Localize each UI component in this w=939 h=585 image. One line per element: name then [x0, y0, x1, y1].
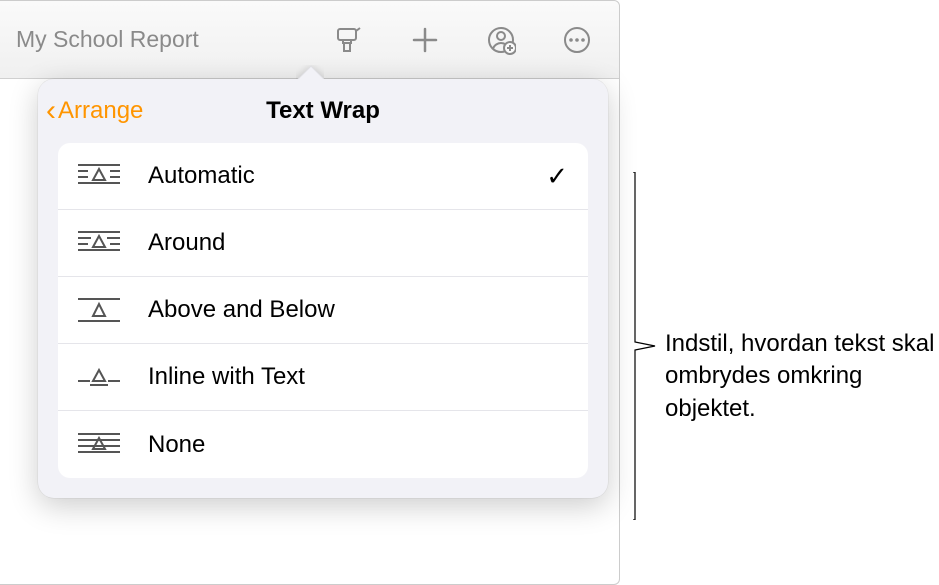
app-frame: My School Report — [0, 0, 620, 585]
option-label: Inline with Text — [148, 363, 568, 391]
wrap-inline-icon — [78, 361, 120, 393]
wrap-above-below-icon — [78, 294, 120, 326]
wrap-option-around[interactable]: Around — [58, 210, 588, 277]
wrap-option-automatic[interactable]: Automatic ✓ — [58, 143, 588, 210]
callout: Indstil, hvordan tekst skal ombrydes omk… — [633, 172, 935, 520]
wrap-option-none[interactable]: None — [58, 411, 588, 478]
add-icon[interactable] — [409, 24, 441, 56]
back-label: Arrange — [58, 97, 143, 125]
wrap-automatic-icon — [78, 160, 120, 192]
checkmark-icon: ✓ — [546, 161, 568, 192]
wrap-option-list: Automatic ✓ — [58, 143, 588, 478]
chevron-left-icon: ‹ — [46, 96, 56, 126]
toolbar-icons — [333, 24, 593, 56]
wrap-option-inline[interactable]: Inline with Text — [58, 344, 588, 411]
option-label: None — [148, 431, 568, 459]
wrap-around-icon — [78, 227, 120, 259]
collaborate-icon[interactable] — [485, 24, 517, 56]
wrap-option-above-below[interactable]: Above and Below — [58, 277, 588, 344]
wrap-none-icon — [78, 429, 120, 461]
format-brush-icon[interactable] — [333, 24, 365, 56]
popover-arrow — [296, 65, 324, 79]
text-wrap-popover: ‹ Arrange Text Wrap — [38, 79, 608, 498]
more-icon[interactable] — [561, 24, 593, 56]
callout-text: Indstil, hvordan tekst skal ombrydes omk… — [665, 328, 935, 425]
document-title: My School Report — [16, 26, 333, 53]
option-label: Around — [148, 229, 568, 257]
popover-header: ‹ Arrange Text Wrap — [38, 79, 608, 143]
popover-wrapper: ‹ Arrange Text Wrap — [38, 79, 608, 498]
option-label: Automatic — [148, 162, 546, 190]
back-button[interactable]: ‹ Arrange — [38, 96, 143, 126]
callout-bracket — [633, 172, 657, 520]
option-label: Above and Below — [148, 296, 568, 324]
